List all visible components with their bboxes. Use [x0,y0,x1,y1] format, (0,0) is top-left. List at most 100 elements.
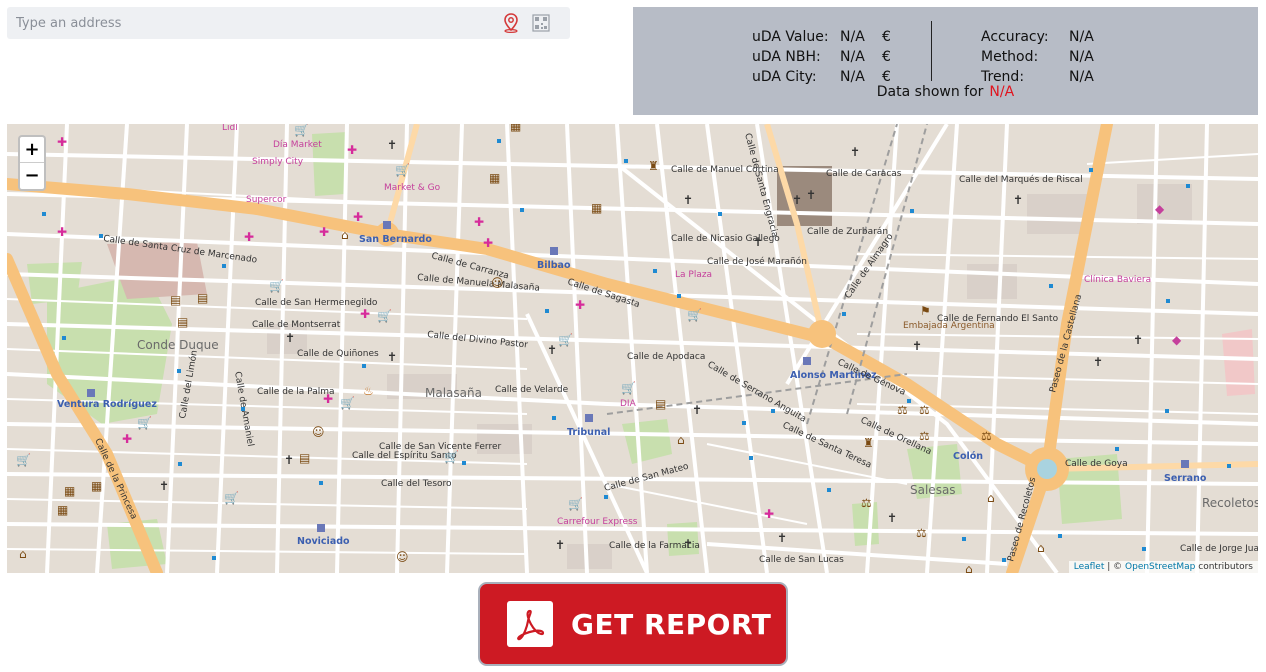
cinema-icon: ▦ [64,484,75,498]
qr-code-icon[interactable] [530,12,552,34]
monument-icon: ♜ [648,159,659,173]
shopping-cart-icon: 🛒 [137,416,152,430]
info-right-column: Accuracy: N/A Method: N/A Trend: N/A [981,27,1094,87]
museum-icon: ⌂ [19,547,27,561]
address-input[interactable] [7,7,500,39]
uda-value-unit: € [882,29,891,45]
courthouse-icon: ⚖ [919,403,930,417]
courthouse-icon: ⚖ [981,429,992,443]
map-tiles: Conde Duque Malasaña Salesas San Bernard… [7,124,1258,573]
museum-icon: ⌂ [341,228,349,242]
hospital-icon: ✚ [244,230,254,244]
zoom-in-button[interactable]: + [20,137,44,163]
church-icon: ✝ [387,350,397,364]
street-label: Calle de José Marañón [707,256,807,267]
uda-value-label: uDA Value: [752,29,829,45]
theatre-icon: ☺ [312,425,325,439]
street-label: Calle de Montserrat [252,320,341,330]
church-icon: ✝ [683,193,693,207]
church-icon: ✝ [1133,333,1143,347]
courthouse-icon: ⚖ [919,429,930,443]
metro-label-san-bernardo: San Bernardo [359,234,432,245]
metro-markers [87,221,1189,532]
poi-label-simply-city: Simply City [252,157,304,167]
church-icon: ✝ [806,188,816,202]
shopping-cart-icon: 🛒 [377,309,392,323]
method-value: N/A [1069,49,1094,65]
street-label: Calle de Quiñones [297,349,379,359]
museum-icon: ⌂ [1037,541,1045,555]
poi-label-dia: DIA [620,399,637,409]
location-pin-icon[interactable] [500,12,522,34]
uda-nbh-unit: € [882,49,891,65]
metro-label-noviciado: Noviciado [297,536,350,547]
theatre-icon: ☺ [396,550,409,564]
zoom-out-button[interactable]: − [20,163,44,189]
uda-nbh-row: uDA NBH: N/A € [752,47,891,67]
hospital-icon: ✚ [319,225,329,239]
shopping-cart-icon: 🛒 [340,396,355,410]
shopping-cart-icon: 🛒 [558,333,573,347]
zoom-control: + − [18,135,46,191]
hospital-icon: ✚ [483,236,493,250]
street-label: Calle del Espíritu Santo [352,451,457,461]
museum-icon: ⌂ [987,491,995,505]
hospital-icon: ✚ [122,432,132,446]
cinema-icon: ▦ [591,201,602,215]
attribution-separator: | © [1104,562,1126,572]
uda-value-row: uDA Value: N/A € [752,27,891,47]
church-icon: ✝ [887,511,897,525]
accuracy-label: Accuracy: [981,29,1049,45]
attribution-tail: contributors [1195,562,1253,572]
hospital-icon: ✚ [575,298,585,312]
shopping-cart-icon: 🛒 [621,381,636,395]
uda-nbh-label: uDA NBH: [752,49,821,65]
museum-icon: ⌂ [965,562,973,573]
data-shown-value: N/A [989,84,1015,100]
courthouse-icon: ⚖ [861,496,872,510]
poi-label-la-plaza: La Plaza [675,270,712,280]
method-row: Method: N/A [981,47,1094,67]
uda-value-value: N/A [840,29,865,45]
street-label: Calle del Marqués de Riscal [959,174,1083,185]
uda-nbh-value: N/A [840,49,865,65]
leaflet-link[interactable]: Leaflet [1074,562,1105,572]
shopping-cart-icon: 🛒 [568,497,583,511]
metro-label-serrano: Serrano [1164,473,1207,484]
street-label: Calle del Tesoro [381,479,452,489]
fire-station-icon: ♨ [363,384,374,398]
get-report-button[interactable]: GET REPORT [478,582,788,666]
hospital-icon: ✚ [360,307,370,321]
data-shown-label: Data shown for [876,84,984,100]
hospital-icon: ✚ [57,225,67,239]
street-label: Calle de Apodaca [627,352,705,362]
info-left-column: uDA Value: N/A € uDA NBH: N/A € uDA City… [752,27,891,87]
church-icon: ✝ [850,145,860,159]
hospital-icon: ✚ [57,135,67,149]
courthouse-icon: ⚖ [897,403,908,417]
fountain [1037,459,1057,479]
church-icon: ✝ [387,138,397,152]
map-view[interactable]: Conde Duque Malasaña Salesas San Bernard… [7,124,1258,573]
accuracy-row: Accuracy: N/A [981,27,1094,47]
district-label-conde-duque: Conde Duque [137,338,219,352]
street-label: Calle de Goya [1065,459,1128,469]
hospital-icon: ✚ [347,143,357,157]
method-label: Method: [981,49,1039,65]
metro-label-tribunal: Tribunal [567,427,610,438]
library-icon: ▤ [655,397,666,411]
church-icon: ✝ [912,339,922,353]
church-icon: ✝ [792,193,802,207]
street-label: Calle de Velarde [495,385,569,395]
street-label: Calle de Jorge Juan [1180,544,1258,554]
hospital-icon: ✚ [764,507,774,521]
park-area [622,419,672,464]
street-label: Calle de Nicasio Gallego [671,234,780,244]
street-label: Calle de Santa Teresa [781,421,873,471]
accuracy-value: N/A [1069,29,1094,45]
shop-icon: ◆ [1172,333,1182,347]
library-icon: ▤ [197,291,208,305]
openstreetmap-link[interactable]: OpenStreetMap [1125,562,1195,572]
street-label: Calle de Fernando El Santo [937,314,1059,324]
district-label-salesas: Salesas [910,483,956,497]
